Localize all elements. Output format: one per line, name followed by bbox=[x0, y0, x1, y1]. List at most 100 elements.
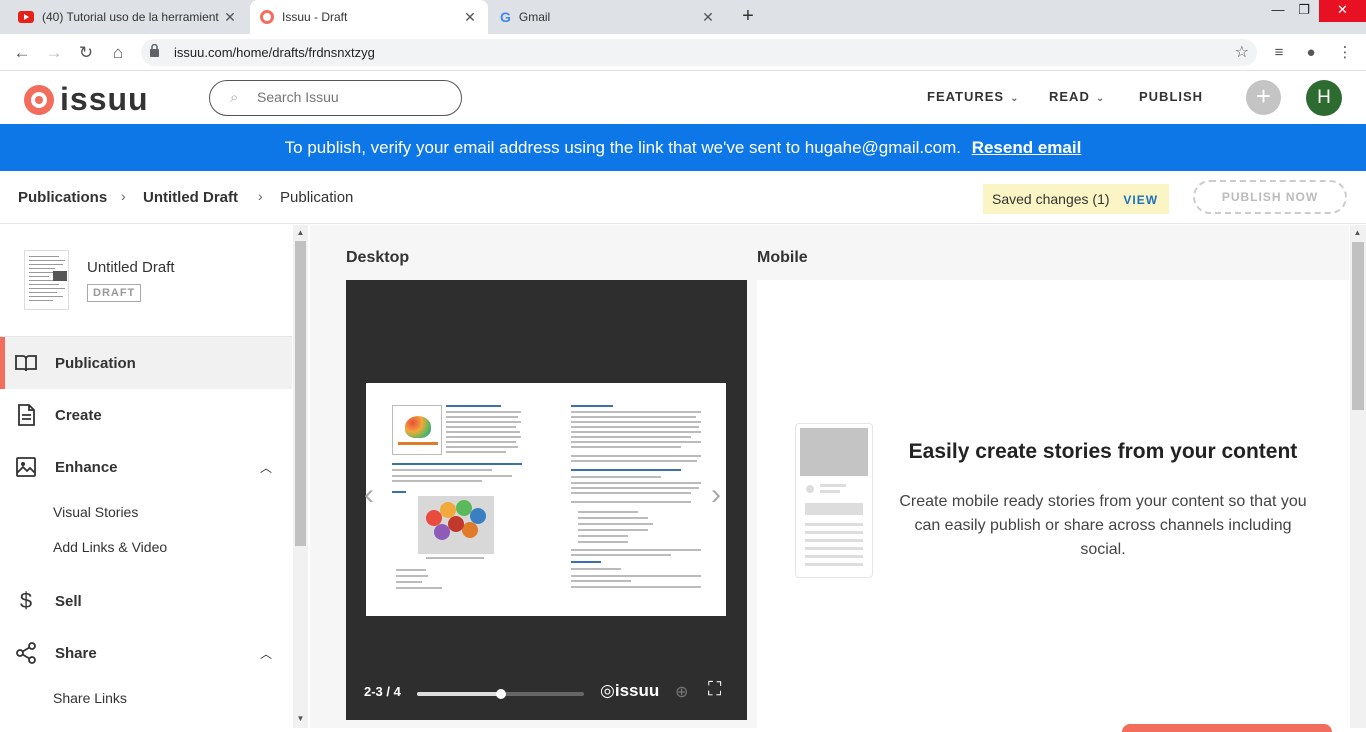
previous-page-arrow-icon[interactable]: ‹ bbox=[364, 478, 374, 512]
draft-title: Untitled Draft bbox=[87, 259, 175, 276]
create-story-button[interactable] bbox=[1122, 724, 1332, 732]
url-bar[interactable]: issuu.com/home/drafts/frdnsnxtzyg ☆ bbox=[141, 39, 1257, 66]
chevron-down-icon: ⌄ bbox=[1095, 93, 1106, 104]
sidebar-item-sell[interactable]: $ Sell bbox=[0, 575, 292, 627]
publish-now-button[interactable]: PUBLISH NOW bbox=[1193, 180, 1347, 214]
sidebar-item-label: Enhance bbox=[55, 458, 118, 476]
saved-changes-text: Saved changes (1) bbox=[992, 191, 1110, 207]
scroll-down-arrow-icon[interactable]: ▼ bbox=[293, 714, 308, 723]
back-button[interactable]: ← bbox=[11, 42, 33, 64]
browser-tab-gmail[interactable]: G Gmail ✕ bbox=[490, 0, 726, 34]
breadcrumb-publications[interactable]: Publications bbox=[18, 189, 107, 206]
zoom-icon[interactable]: ⊕ bbox=[675, 682, 688, 702]
mobile-preview-card: Easily create stories from your content … bbox=[757, 280, 1349, 732]
forward-button[interactable]: → bbox=[43, 42, 65, 64]
features-menu[interactable]: FEATURES ⌄ bbox=[927, 89, 1020, 104]
main-scrollbar[interactable]: ▲ bbox=[1350, 225, 1366, 728]
new-tab-button[interactable]: + bbox=[737, 5, 759, 27]
viewer-brand-text: issuu bbox=[614, 681, 660, 700]
publication-spread bbox=[366, 383, 726, 616]
issuu-logo-icon bbox=[24, 84, 54, 115]
page-slider-fill bbox=[417, 692, 501, 696]
desktop-preview-viewer[interactable]: ‹ › 2-3 / 4 ◎issuu ⊕ ⛶ bbox=[346, 280, 747, 720]
address-bar-row: ← → ↻ ⌂ issuu.com/home/drafts/frdnsnxtzy… bbox=[0, 34, 1366, 71]
avatar[interactable]: H bbox=[1306, 80, 1342, 116]
close-icon[interactable]: ✕ bbox=[462, 9, 478, 26]
view-changes-link[interactable]: VIEW bbox=[1123, 193, 1158, 207]
mobile-heading: Mobile bbox=[757, 249, 808, 266]
stories-title: Easily create stories from your content bbox=[908, 440, 1298, 463]
main-content: Desktop Mobile ‹ › 2-3 / 4 ◎issuu ⊕ ⛶ Ea… bbox=[310, 225, 1349, 732]
create-plus-button[interactable]: + bbox=[1246, 80, 1281, 115]
browser-tab-bar: (40) Tutorial uso de la herramient ✕ Iss… bbox=[0, 0, 1366, 34]
banner-text: To publish, verify your email address us… bbox=[284, 138, 961, 157]
menu-icon[interactable]: ⋮ bbox=[1334, 42, 1356, 64]
viewer-issuu-logo: ◎issuu bbox=[600, 681, 660, 700]
scrollbar-thumb[interactable] bbox=[1352, 242, 1364, 410]
issuu-icon bbox=[260, 10, 274, 24]
issuu-logo[interactable]: issuu bbox=[24, 81, 149, 118]
viewer-controls: 2-3 / 4 ◎issuu ⊕ ⛶ bbox=[346, 665, 747, 720]
bookmark-star-icon[interactable]: ☆ bbox=[1235, 42, 1249, 62]
sidebar-item-publication[interactable]: Publication bbox=[0, 337, 292, 389]
site-header: issuu ⌕ FEATURES ⌄ READ ⌄ PUBLISH + H bbox=[0, 71, 1366, 124]
sidebar-item-label: Create bbox=[55, 406, 102, 424]
browser-tab-issuu[interactable]: Issuu - Draft ✕ bbox=[250, 0, 488, 34]
page-slider-handle[interactable] bbox=[495, 689, 506, 699]
sidebar-subitem-share-links[interactable]: Share Links bbox=[53, 690, 127, 706]
tab-title: (40) Tutorial uso de la herramient bbox=[42, 10, 219, 24]
resend-email-link[interactable]: Resend email bbox=[972, 138, 1082, 157]
window-close-button[interactable]: ✕ bbox=[1319, 0, 1366, 22]
scroll-up-arrow-icon[interactable]: ▲ bbox=[1350, 228, 1365, 237]
book-icon bbox=[15, 355, 37, 372]
close-icon[interactable]: ✕ bbox=[700, 9, 716, 26]
search-input[interactable] bbox=[257, 89, 447, 105]
saved-changes-badge: Saved changes (1) VIEW bbox=[983, 184, 1169, 214]
stories-description: Create mobile ready stories from your co… bbox=[899, 493, 1307, 558]
features-label: FEATURES bbox=[927, 89, 1005, 104]
tab-title: Gmail bbox=[518, 10, 551, 24]
read-menu[interactable]: READ ⌄ bbox=[1049, 89, 1105, 104]
sidebar-scrollbar[interactable]: ▲ ▼ bbox=[293, 225, 308, 728]
desktop-heading: Desktop bbox=[346, 249, 410, 266]
next-page-arrow-icon[interactable]: › bbox=[711, 478, 721, 512]
read-label: READ bbox=[1049, 89, 1090, 104]
sidebar-item-share[interactable]: Share ︿ bbox=[0, 627, 292, 679]
scrollbar-thumb[interactable] bbox=[295, 241, 306, 546]
chevron-down-icon: ⌄ bbox=[1010, 93, 1020, 104]
document-icon bbox=[18, 404, 35, 426]
scroll-up-arrow-icon[interactable]: ▲ bbox=[293, 228, 308, 237]
close-icon[interactable]: ✕ bbox=[222, 9, 238, 26]
browser-tab-youtube[interactable]: (40) Tutorial uso de la herramient ✕ bbox=[8, 0, 248, 34]
sidebar-item-label: Share bbox=[55, 644, 97, 662]
breadcrumb: Publications › Untitled Draft › Publicat… bbox=[0, 171, 1366, 224]
draft-thumbnail bbox=[24, 250, 69, 310]
page-slider[interactable] bbox=[417, 689, 584, 699]
reload-button[interactable]: ↻ bbox=[75, 42, 97, 64]
sidebar-item-enhance[interactable]: Enhance ︿ bbox=[0, 441, 292, 493]
profile-icon[interactable]: ● bbox=[1300, 42, 1322, 64]
logo-text: issuu bbox=[60, 81, 149, 117]
share-icon bbox=[16, 642, 36, 664]
sidebar-subitem-add-links-video[interactable]: Add Links & Video bbox=[53, 539, 167, 555]
chevron-up-icon[interactable]: ︿ bbox=[260, 459, 272, 476]
sidebar-item-create[interactable]: Create bbox=[0, 389, 292, 441]
tab-title: Issuu - Draft bbox=[282, 10, 348, 24]
restore-button[interactable]: ❐ bbox=[1284, 0, 1324, 22]
fullscreen-icon[interactable]: ⛶ bbox=[708, 679, 721, 701]
chevron-up-icon[interactable]: ︿ bbox=[260, 645, 272, 662]
page-indicator: 2-3 / 4 bbox=[364, 684, 401, 699]
search-icon: ⌕ bbox=[230, 89, 239, 106]
sidebar-subitem-visual-stories[interactable]: Visual Stories bbox=[53, 504, 138, 520]
sidebar-item-label: Publication bbox=[55, 354, 136, 372]
search-box[interactable]: ⌕ bbox=[209, 80, 462, 116]
reading-list-icon[interactable]: ≡ bbox=[1268, 42, 1290, 64]
breadcrumb-untitled-draft[interactable]: Untitled Draft bbox=[143, 189, 238, 206]
chevron-right-icon: › bbox=[258, 188, 263, 204]
lock-icon bbox=[150, 44, 159, 57]
hand-tree-illustration bbox=[418, 496, 494, 554]
home-button[interactable]: ⌂ bbox=[107, 42, 129, 64]
draft-status-badge: DRAFT bbox=[87, 284, 142, 302]
publish-link[interactable]: PUBLISH bbox=[1139, 89, 1203, 104]
sidebar-item-label: Sell bbox=[55, 592, 82, 610]
